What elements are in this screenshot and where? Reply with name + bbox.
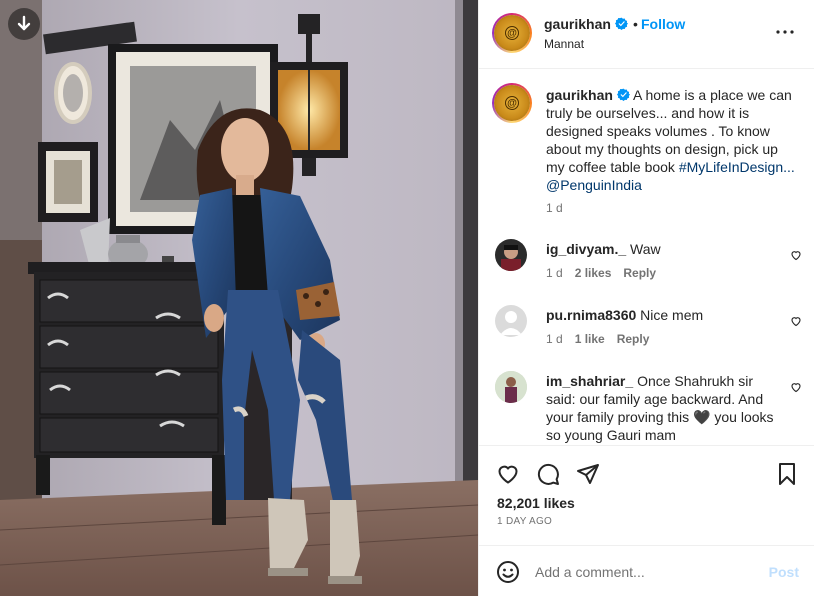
author-username[interactable]: gaurikhan (544, 16, 628, 32)
comment-username[interactable]: ig_divyam._ (546, 241, 626, 257)
comment-meta: 1 d 2 likes Reply (546, 266, 656, 280)
reply-button[interactable]: Reply (617, 332, 650, 346)
author-avatar[interactable]: @ (492, 13, 532, 53)
comment-text: ig_divyam._ Waw (546, 240, 778, 258)
caption-username[interactable]: gaurikhan (546, 87, 613, 103)
author-username-text[interactable]: gaurikhan (544, 16, 611, 32)
caption-hashtag[interactable]: #MyLifeInDesign... (679, 159, 795, 175)
caption-mention[interactable]: @PenguinIndia (546, 177, 642, 193)
more-icon[interactable] (773, 20, 797, 44)
comment-avatar[interactable] (495, 239, 527, 271)
heart-icon[interactable] (496, 462, 520, 486)
likes-count[interactable]: 82,201 likes (497, 495, 575, 511)
heart-icon[interactable] (790, 249, 802, 261)
emoji-icon[interactable] (496, 560, 520, 584)
verified-icon (616, 88, 630, 101)
share-icon[interactable] (576, 462, 600, 486)
comment-username[interactable]: pu.rnima8360 (546, 307, 636, 323)
post-sidebar: @ gaurikhan • Follow Mannat @ gaurikhan … (478, 0, 814, 596)
comment-avatar[interactable] (495, 371, 527, 403)
comment-text: im_shahriar_ Once Shahrukh sir said: our… (546, 372, 778, 444)
comments-list[interactable]: @ gaurikhan A home is a place we can tru… (479, 70, 814, 445)
post-timestamp[interactable]: 1 DAY AGO (497, 516, 552, 527)
heart-icon[interactable] (790, 381, 802, 393)
caption: gaurikhan A home is a place we can truly… (546, 86, 796, 194)
comment-meta: 1 d 1 like Reply (546, 332, 649, 346)
photo-illustration (0, 0, 478, 596)
comment-input[interactable] (535, 560, 755, 584)
post-actions: 82,201 likes 1 DAY AGO (479, 445, 814, 545)
caption-avatar[interactable]: @ (492, 83, 532, 123)
comment-icon[interactable] (536, 462, 560, 486)
post-photo[interactable] (0, 0, 478, 596)
comment-body: Nice mem (640, 307, 704, 323)
download-icon (17, 15, 31, 31)
add-comment-bar: Post (479, 545, 814, 596)
heart-icon[interactable] (790, 315, 802, 327)
post-header: @ gaurikhan • Follow Mannat (479, 0, 814, 69)
post-button[interactable]: Post (769, 564, 799, 580)
comment-username[interactable]: im_shahriar_ (546, 373, 633, 389)
reply-button[interactable]: Reply (623, 266, 656, 280)
comment-body: Waw (630, 241, 661, 257)
post-location[interactable]: Mannat (544, 37, 584, 51)
comment-time[interactable]: 1 d (546, 266, 563, 280)
comment-likes[interactable]: 1 like (575, 332, 605, 346)
comment-likes[interactable]: 2 likes (575, 266, 612, 280)
header-separator: • (633, 16, 638, 32)
comment-avatar[interactable] (495, 305, 527, 337)
comment-time[interactable]: 1 d (546, 332, 563, 346)
follow-button[interactable]: Follow (641, 16, 685, 32)
download-button[interactable] (8, 8, 40, 40)
comment-text: pu.rnima8360 Nice mem (546, 306, 778, 324)
verified-icon (614, 17, 628, 30)
caption-time[interactable]: 1 d (546, 201, 563, 215)
bookmark-icon[interactable] (775, 462, 799, 486)
